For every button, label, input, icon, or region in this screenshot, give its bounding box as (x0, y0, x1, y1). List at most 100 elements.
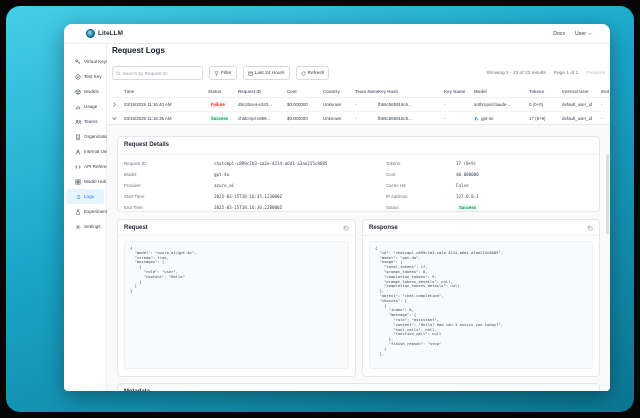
sidebar-item-settings[interactable]: Settings (66, 219, 104, 234)
request-panel: Request { "model": "azure_ai/gpt-4o", "s… (117, 219, 356, 377)
detail-label: Provider: (124, 183, 214, 188)
response-json: { "id": "chatcmpl-c899c1b3-ca2e-4214-a6d… (369, 241, 593, 369)
cube-icon (75, 89, 81, 95)
sidebar-item-usage[interactable]: Usage (66, 99, 104, 114)
detail-label: Request ID: (124, 161, 214, 166)
cell-request-id: d5c26ce4-e343... (238, 102, 287, 107)
test-key-icon (75, 74, 81, 80)
teams-icon (75, 119, 81, 125)
column-end-user: End User (601, 89, 610, 94)
cell-key-hash: fb66c565915c6... (378, 102, 444, 107)
request-json: { "model": "azure_ai/gpt-4o", "stream": … (124, 241, 349, 369)
cell-tokens: 0 (0+0) (529, 102, 562, 107)
cell-time: 03/15/2025 11:16:40 AM (124, 102, 208, 107)
response-panel-title: Response (369, 225, 398, 231)
expanded-row-detail: Request Details Request ID:chatcmpl-c899… (107, 124, 610, 391)
sidebar-item-label: Usage (84, 104, 97, 109)
building-icon (75, 134, 81, 140)
gear-icon (75, 224, 81, 230)
copy-icon[interactable] (343, 225, 349, 231)
logs-icon (75, 194, 81, 200)
column-cost: Cost (287, 89, 323, 94)
filter-button[interactable]: Filter (209, 66, 237, 80)
sidebar-item-test-key[interactable]: Test Key (66, 69, 104, 84)
request-details-title: Request Details (124, 142, 169, 148)
details-left-column: Request ID:chatcmpl-c899c1b3-ca2e-4214-a… (124, 158, 374, 212)
brand: LiteLLM (86, 29, 123, 38)
column-tokens: Tokens (529, 89, 562, 94)
cell-internal-user: default_user_id (562, 116, 601, 121)
sidebar-item-models[interactable]: Models (66, 84, 104, 99)
calendar-icon (248, 71, 253, 76)
column-key-name: Key Name (444, 89, 474, 94)
sidebar-item-logs[interactable]: Logs (66, 189, 104, 204)
sidebar-item-label: Teams (84, 119, 98, 124)
response-panel: Response { "id": "chatcmpl-c899c1b3-ca2e… (362, 219, 600, 377)
detail-label: Cache Hit: (386, 183, 456, 188)
sidebar-item-label: Models (84, 89, 99, 94)
cell-internal-user: default_user_id (562, 102, 601, 107)
chevron-right-icon[interactable] (112, 102, 117, 107)
results-count: Showing 1 - 23 of 23 results (486, 71, 545, 76)
detail-value: 2025-03-15T18:16:35.123000Z (214, 194, 282, 199)
search-input[interactable] (123, 71, 199, 76)
cell-key-name: - (444, 116, 474, 121)
refresh-button[interactable]: Refresh (296, 66, 330, 80)
detail-value: gpt-4o (214, 172, 229, 177)
sidebar-item-model-hub[interactable]: Model Hub (66, 174, 104, 189)
column-internal-user: Internal User (562, 89, 601, 94)
grid-icon (75, 179, 81, 185)
time-range-button[interactable]: Last 24 Hours (243, 66, 290, 80)
sidebar-item-organizations[interactable]: Organizations (66, 129, 104, 144)
chevron-down-icon[interactable] (112, 116, 117, 121)
app-window: LiteLLM Docs User Virtual Keys Test Key (64, 24, 610, 391)
user-menu[interactable]: User (575, 31, 596, 37)
cell-team-name: - (355, 102, 378, 107)
detail-value: chatcmpl-c899c1b3-ca2e-4214-a6d1-a3ae215… (214, 161, 327, 166)
sidebar-item-internal-users[interactable]: Internal Users (66, 144, 104, 159)
metadata-card: Metadata (117, 383, 600, 391)
cell-end-user: - (601, 102, 610, 107)
key-icon (75, 59, 81, 65)
code-icon (75, 164, 81, 170)
azure-provider-icon (474, 116, 479, 121)
toolbar: Filter Last 24 Hours Refresh Showing 1 -… (112, 66, 605, 80)
column-status: Status (208, 89, 238, 94)
user-menu-label: User (575, 31, 586, 37)
detail-value: $0.000000 (456, 172, 479, 177)
request-panel-title: Request (124, 225, 148, 231)
column-key-hash: Key Hash (378, 89, 444, 94)
detail-label: Model: (124, 172, 214, 177)
table-row[interactable]: 03/15/2025 11:16:35 AM Success chatcmpl-… (112, 111, 610, 124)
cell-key-name: - (444, 102, 474, 107)
column-time: Time (124, 89, 208, 94)
scrollbar[interactable] (606, 154, 609, 234)
cell-country: Unknown (323, 116, 355, 121)
docs-link[interactable]: Docs (553, 31, 565, 37)
pagination-summary: Showing 1 - 23 of 23 results Page 1 of 1… (486, 71, 605, 76)
cell-model: gpt-4o (474, 116, 529, 121)
cell-cost: $0.000000 (287, 116, 323, 121)
cell-request-id: chatcmpl-c899... (238, 116, 287, 121)
sidebar-item-virtual-keys[interactable]: Virtual Keys (66, 54, 104, 69)
main-content: Request Logs Filter Last 24 Hours Refres… (107, 44, 610, 391)
table-header: Time Status Request ID Cost Country Team… (112, 85, 610, 98)
user-icon (75, 149, 81, 155)
flask-icon (75, 209, 81, 215)
time-range-label: Last 24 Hours (255, 71, 285, 76)
detail-value: 127.0.0.1 (456, 194, 479, 199)
detail-label: IP Address: (386, 194, 456, 199)
sidebar-item-teams[interactable]: Teams (66, 114, 104, 129)
copy-icon[interactable] (587, 225, 593, 231)
column-team-name: Team Name (355, 89, 378, 94)
cell-team-name: - (355, 116, 378, 121)
filter-icon (214, 71, 219, 76)
status-badge: Success (456, 204, 479, 211)
search-icon (116, 71, 121, 76)
sidebar-item-api-reference[interactable]: API Reference (66, 159, 104, 174)
status-badge: Success (208, 115, 231, 122)
table-row[interactable]: 03/15/2025 11:16:40 AM Failure d5c26ce4-… (112, 98, 610, 111)
sidebar-item-experimental[interactable]: Experimental (66, 204, 104, 219)
column-country: Country (323, 89, 355, 94)
previous-page-button[interactable]: Previous (586, 71, 605, 76)
